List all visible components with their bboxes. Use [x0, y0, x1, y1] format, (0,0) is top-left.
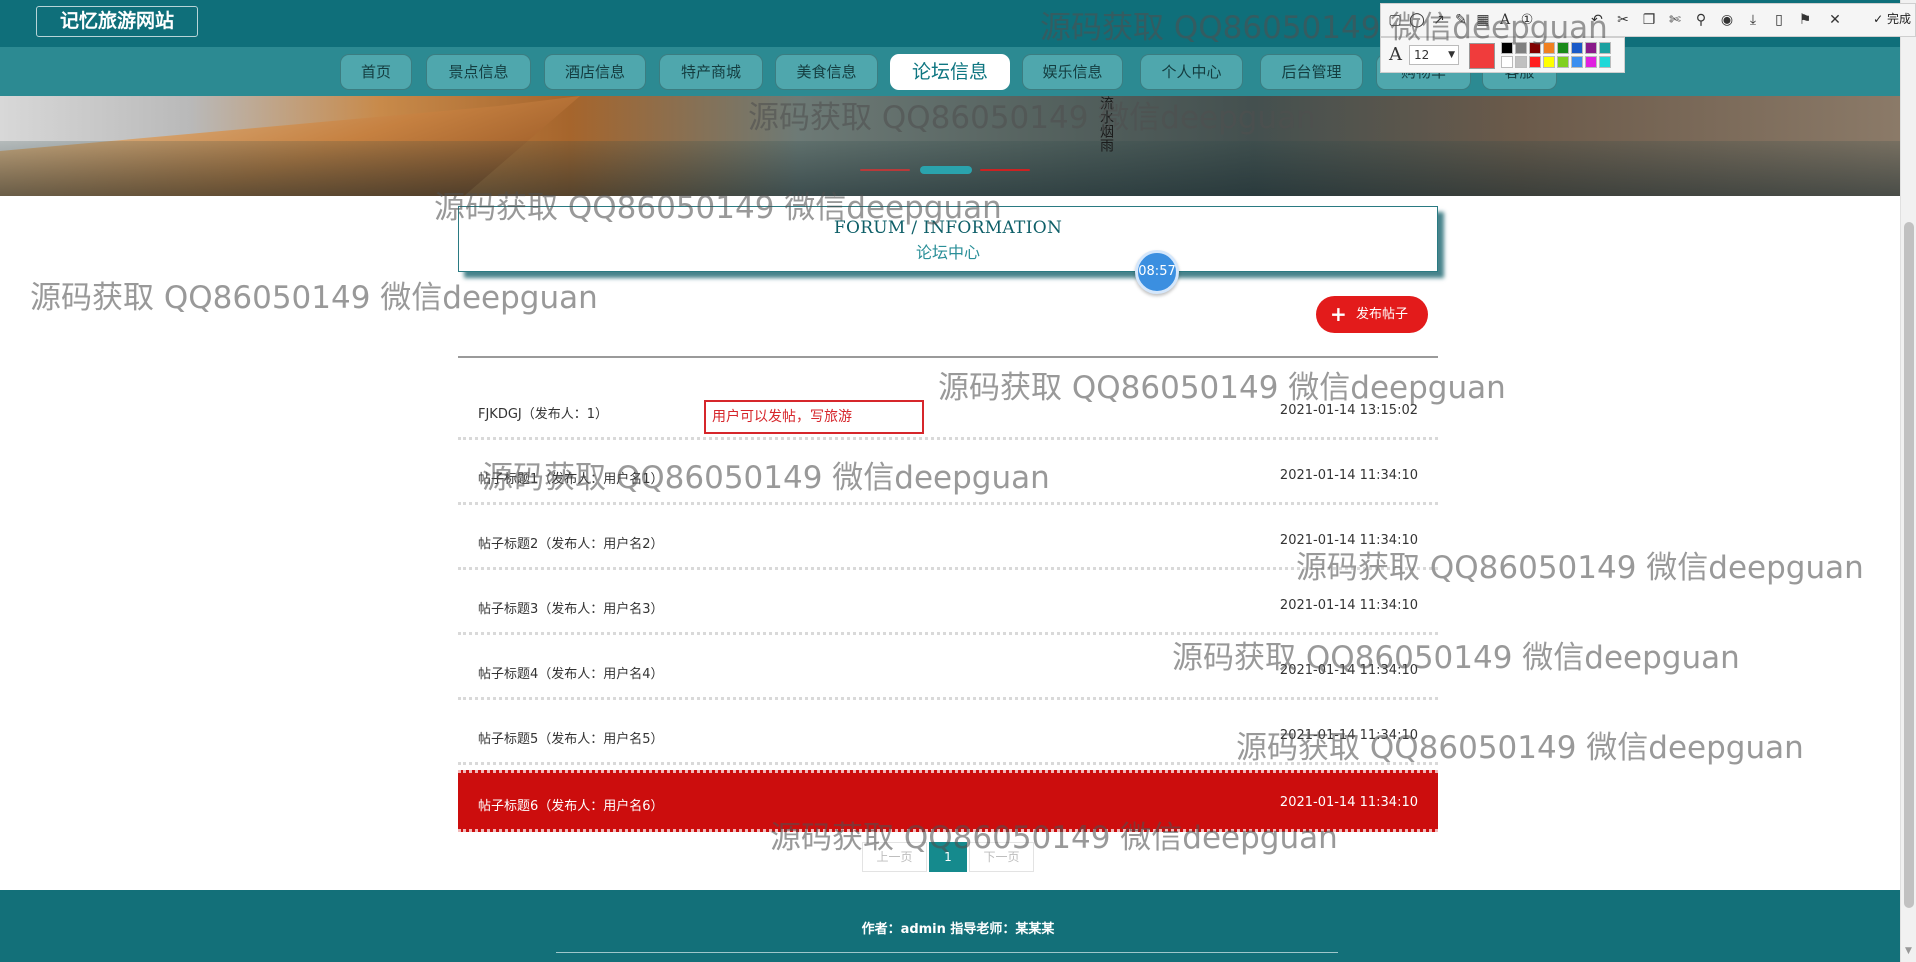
text-style-panel: A 12 ▼	[1380, 37, 1625, 73]
post-time: 2021-01-14 11:34:10	[1279, 598, 1418, 613]
nav-forum[interactable]: 论坛信息	[890, 54, 1010, 90]
publish-post-label: 发布帖子	[1356, 307, 1409, 322]
color-swatch[interactable]	[1543, 56, 1555, 68]
ellipse-tool-icon[interactable]: ◯	[1407, 10, 1427, 30]
banner-caption: 流水烟雨	[1098, 96, 1114, 152]
post-title[interactable]: FJKDGJ（发布人：1）	[478, 403, 608, 422]
nav-entertainment[interactable]: 娱乐信息	[1022, 54, 1123, 90]
arrow-tool-icon[interactable]: ↗	[1429, 10, 1449, 30]
vertical-scrollbar[interactable]: ▲ ▼	[1900, 0, 1916, 962]
nav-food[interactable]: 美食信息	[775, 54, 878, 90]
post-row[interactable]: 帖子标题5（发布人：用户名5） 2021-01-14 11:34:10	[458, 705, 1438, 765]
next-page-button[interactable]: 下一页	[969, 842, 1034, 872]
post-row[interactable]: 帖子标题3（发布人：用户名3） 2021-01-14 11:34:10	[458, 575, 1438, 635]
post-title[interactable]: 帖子标题2（发布人：用户名2）	[478, 533, 664, 552]
nav-admin[interactable]: 后台管理	[1260, 54, 1363, 90]
section-title-en: FORUM / INFORMATION	[833, 218, 1063, 238]
post-row[interactable]: 帖子标题2（发布人：用户名2） 2021-01-14 11:34:10	[458, 510, 1438, 570]
post-title[interactable]: 帖子标题4（发布人：用户名4）	[478, 663, 664, 682]
screenshot-toolbar: ▢ ◯ ↗ ✎ ▦ A ① ↶ ✂ ❐ ✄ ⚲ ◉ ⤓ ▯ ⚑ ✕ ✓ 完成	[1380, 3, 1916, 37]
pin-icon[interactable]: ⚲	[1691, 10, 1711, 30]
banner-carousel[interactable]: 流水烟雨	[0, 96, 1900, 196]
annotation-text-box[interactable]: 用户可以发帖，写旅游	[704, 400, 924, 434]
post-row[interactable]: 帖子标题1（发布人：用户名1） 2021-01-14 11:34:10	[458, 445, 1438, 505]
post-title[interactable]: 帖子标题6（发布人：用户名6）	[478, 795, 664, 814]
nav-home[interactable]: 首页	[340, 54, 412, 90]
undo-icon[interactable]: ↶	[1587, 10, 1607, 30]
color-swatch[interactable]	[1571, 56, 1583, 68]
color-swatch[interactable]	[1585, 42, 1597, 54]
color-swatch[interactable]	[1501, 56, 1513, 68]
prev-page-button[interactable]: 上一页	[862, 842, 927, 872]
post-title[interactable]: 帖子标题3（发布人：用户名3）	[478, 598, 664, 617]
post-row-highlighted[interactable]: 帖子标题6（发布人：用户名6） 2021-01-14 11:34:10	[458, 770, 1438, 832]
footer-divider	[556, 952, 1338, 953]
carousel-dot[interactable]	[980, 169, 1030, 171]
font-icon: A	[1389, 44, 1402, 65]
mosaic-tool-icon[interactable]: ▦	[1473, 10, 1493, 30]
carousel-dot[interactable]	[860, 169, 910, 171]
site-logo[interactable]: 记忆旅游网站	[36, 6, 198, 37]
rectangle-tool-icon[interactable]: ▢	[1385, 10, 1405, 30]
scissors-icon[interactable]: ✄	[1665, 10, 1685, 30]
chevron-down-icon: ▼	[1448, 50, 1455, 60]
post-title[interactable]: 帖子标题1（发布人：用户名1）	[478, 468, 664, 487]
scrollbar-thumb[interactable]	[1904, 222, 1914, 908]
watermark: 源码获取 QQ86050149 微信deepguan	[30, 280, 598, 316]
footer: 作者：admin 指导老师：某某某	[0, 890, 1900, 962]
color-swatch[interactable]	[1599, 42, 1611, 54]
bookmark-icon[interactable]: ⚑	[1795, 10, 1815, 30]
nav-attractions[interactable]: 景点信息	[426, 54, 531, 90]
divider	[458, 356, 1438, 358]
post-time: 2021-01-14 11:34:10	[1279, 728, 1418, 743]
color-swatch[interactable]	[1515, 42, 1527, 54]
color-swatch[interactable]	[1501, 42, 1513, 54]
color-swatch[interactable]	[1585, 56, 1597, 68]
color-swatch[interactable]	[1571, 42, 1583, 54]
section-title-cn: 论坛中心	[915, 243, 980, 262]
copy-icon[interactable]: ❐	[1639, 10, 1659, 30]
forum-section-header: FORUM / INFORMATION 论坛中心	[458, 206, 1438, 272]
scroll-down-arrow-icon[interactable]: ▼	[1905, 946, 1912, 956]
color-swatch[interactable]	[1515, 56, 1527, 68]
post-time: 2021-01-14 11:34:10	[1279, 663, 1418, 678]
publish-post-button[interactable]: + 发布帖子	[1316, 296, 1428, 333]
number-tool-icon[interactable]: ①	[1517, 10, 1537, 30]
check-icon: ✓	[1873, 12, 1884, 26]
phone-icon[interactable]: ▯	[1769, 10, 1789, 30]
color-swatch[interactable]	[1529, 42, 1541, 54]
plus-icon: +	[1330, 302, 1347, 326]
cut-icon[interactable]: ✂	[1613, 10, 1633, 30]
page-number-current[interactable]: 1	[929, 842, 967, 872]
post-row[interactable]: FJKDGJ（发布人：1） 2021-01-14 13:15:02	[458, 380, 1438, 440]
color-swatch[interactable]	[1529, 56, 1541, 68]
current-color-swatch[interactable]	[1469, 43, 1495, 69]
text-tool-icon[interactable]: A	[1495, 10, 1515, 30]
nav-hotels[interactable]: 酒店信息	[544, 54, 646, 90]
post-title[interactable]: 帖子标题5（发布人：用户名5）	[478, 728, 664, 747]
post-row[interactable]: 帖子标题4（发布人：用户名4） 2021-01-14 11:34:10	[458, 640, 1438, 700]
post-time: 2021-01-14 11:34:10	[1279, 795, 1418, 810]
done-button[interactable]: ✓ 完成	[1873, 10, 1911, 27]
post-time: 2021-01-14 11:34:10	[1279, 468, 1418, 483]
close-icon[interactable]: ✕	[1825, 10, 1845, 30]
nav-specialty-mall[interactable]: 特产商城	[659, 54, 763, 90]
font-size-select[interactable]: 12 ▼	[1409, 45, 1459, 65]
footer-credit: 作者：admin 指导老师：某某某	[861, 922, 1055, 937]
color-swatch[interactable]	[1557, 56, 1569, 68]
download-icon[interactable]: ⤓	[1743, 10, 1763, 30]
post-time: 2021-01-14 11:34:10	[1279, 533, 1418, 548]
post-time: 2021-01-14 13:15:02	[1279, 403, 1418, 418]
color-swatch[interactable]	[1557, 42, 1569, 54]
clock-badge: 08:57	[1135, 250, 1179, 294]
color-swatch[interactable]	[1599, 56, 1611, 68]
color-swatch[interactable]	[1543, 42, 1555, 54]
carousel-dot-active[interactable]	[920, 166, 972, 174]
carousel-indicators	[860, 166, 1030, 174]
record-icon[interactable]: ◉	[1717, 10, 1737, 30]
pen-tool-icon[interactable]: ✎	[1451, 10, 1471, 30]
nav-profile[interactable]: 个人中心	[1140, 54, 1243, 90]
